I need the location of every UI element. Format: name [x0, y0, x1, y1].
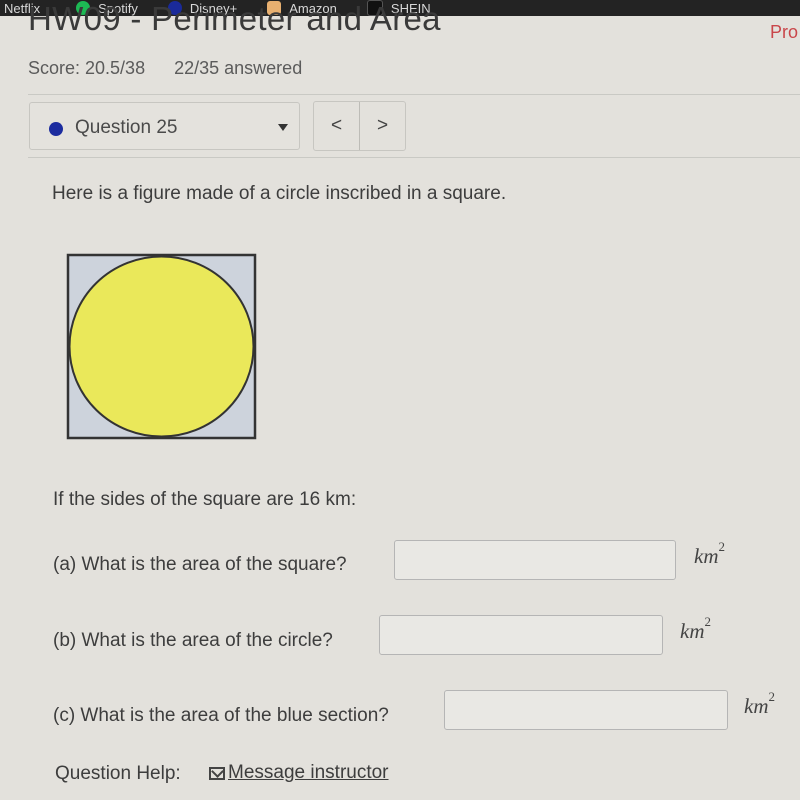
part-b-unit: km2	[680, 614, 711, 644]
question-prompt: If the sides of the square are 16 km:	[53, 489, 357, 510]
circle-shape	[68, 255, 255, 438]
unit-exponent: 2	[768, 689, 776, 704]
question-intro: Here is a figure made of a circle inscri…	[52, 183, 507, 204]
part-c-label: (c) What is the area of the blue section…	[53, 705, 389, 726]
divider	[28, 94, 800, 95]
part-a-answer-input[interactable]	[394, 540, 676, 580]
unit-text: km	[744, 694, 769, 718]
unit-exponent: 2	[718, 539, 726, 554]
part-a-unit: km2	[694, 539, 725, 569]
circle-in-square-figure	[66, 253, 257, 440]
question-help-label: Question Help:	[55, 763, 181, 784]
part-c-unit: km2	[744, 689, 775, 719]
part-a-label: (a) What is the area of the square?	[53, 554, 347, 575]
score-row: Score: 20.5/38 22/35 answered	[28, 58, 326, 79]
chevron-down-icon	[278, 124, 288, 131]
unit-text: km	[694, 544, 719, 568]
next-question-button[interactable]: >	[359, 102, 405, 150]
unit-text: km	[680, 619, 705, 643]
question-nav-group: < >	[313, 101, 406, 151]
score-text: Score: 20.5/38	[28, 58, 146, 78]
previous-question-button[interactable]: <	[314, 102, 359, 150]
message-instructor-link[interactable]: Message instructor	[209, 762, 389, 784]
part-c-answer-input[interactable]	[444, 690, 728, 730]
divider	[28, 157, 800, 158]
answered-count: 22/35 answered	[174, 58, 303, 78]
unit-exponent: 2	[704, 614, 712, 629]
mail-icon	[209, 766, 225, 780]
progress-link[interactable]: Pro	[770, 22, 798, 43]
question-status-dot	[49, 122, 63, 136]
question-select[interactable]: Question 25	[29, 102, 300, 150]
assignment-title: HW09 - Perimeter and Area	[28, 0, 441, 37]
part-b-label: (b) What is the area of the circle?	[53, 630, 333, 651]
message-instructor-text[interactable]: Message instructor	[228, 762, 389, 784]
question-select-label: Question 25	[75, 117, 178, 138]
part-b-answer-input[interactable]	[379, 615, 663, 655]
